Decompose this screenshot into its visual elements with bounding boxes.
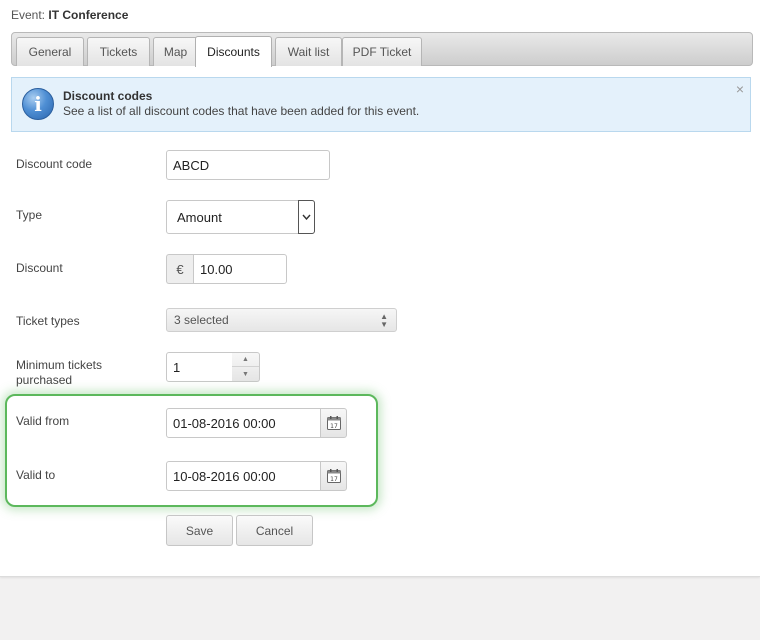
valid-to-label: Valid to bbox=[16, 468, 56, 482]
content-panel: Event: IT Conference General Tickets Map… bbox=[0, 0, 760, 577]
tab-discounts[interactable]: Discounts bbox=[195, 36, 272, 67]
minimum-tickets-label-line1: Minimum tickets bbox=[16, 358, 103, 372]
discount-label: Discount bbox=[16, 261, 63, 275]
tab-general[interactable]: General bbox=[16, 37, 84, 66]
sort-caret-icon: ▲ ▼ bbox=[380, 312, 388, 329]
tab-map[interactable]: Map bbox=[153, 37, 198, 66]
discount-amount-input[interactable] bbox=[193, 254, 287, 284]
type-select-value: Amount bbox=[177, 210, 222, 225]
chevron-down-icon[interactable] bbox=[298, 200, 315, 234]
info-text: See a list of all discount codes that ha… bbox=[63, 104, 420, 118]
valid-from-label: Valid from bbox=[16, 414, 70, 428]
tab-pdf-ticket[interactable]: PDF Ticket bbox=[342, 37, 422, 66]
minimum-tickets-label-line2: purchased bbox=[16, 373, 73, 387]
close-icon[interactable]: × bbox=[736, 81, 744, 97]
event-title: Event: IT Conference bbox=[11, 8, 128, 22]
info-icon: i bbox=[22, 88, 54, 120]
tab-wait-list[interactable]: Wait list bbox=[275, 37, 342, 66]
minimum-tickets-label: Minimum tickets purchased bbox=[16, 358, 102, 388]
save-button[interactable]: Save bbox=[166, 515, 233, 546]
type-label: Type bbox=[16, 208, 43, 222]
info-title: Discount codes bbox=[63, 89, 153, 103]
calendar-icon[interactable]: 17 bbox=[320, 408, 347, 438]
stepper-down-icon[interactable]: ▼ bbox=[232, 368, 259, 382]
quantity-stepper[interactable]: ▲ ▼ bbox=[232, 352, 260, 382]
calendar-icon[interactable]: 17 bbox=[320, 461, 347, 491]
tab-bar: General Tickets Map Discounts Wait list … bbox=[11, 32, 753, 67]
valid-from-input[interactable] bbox=[166, 408, 321, 438]
cancel-button[interactable]: Cancel bbox=[236, 515, 313, 546]
svg-text:17: 17 bbox=[330, 476, 338, 483]
ticket-types-multiselect[interactable]: 3 selected ▲ ▼ bbox=[166, 308, 397, 332]
event-prefix: Event: bbox=[11, 8, 46, 22]
tab-tickets[interactable]: Tickets bbox=[87, 37, 150, 66]
stepper-up-icon[interactable]: ▲ bbox=[232, 353, 259, 367]
info-message: i Discount codes See a list of all disco… bbox=[11, 77, 751, 132]
svg-text:17: 17 bbox=[330, 423, 338, 430]
discount-code-label: Discount code bbox=[16, 157, 93, 171]
currency-addon: € bbox=[166, 254, 193, 284]
valid-to-input[interactable] bbox=[166, 461, 321, 491]
minimum-tickets-input[interactable] bbox=[166, 352, 233, 382]
type-select[interactable]: Amount bbox=[166, 200, 315, 234]
ticket-types-label: Ticket types bbox=[16, 314, 80, 328]
ticket-types-value: 3 selected bbox=[174, 313, 229, 327]
event-name: IT Conference bbox=[48, 8, 129, 22]
discount-code-input[interactable] bbox=[166, 150, 330, 180]
